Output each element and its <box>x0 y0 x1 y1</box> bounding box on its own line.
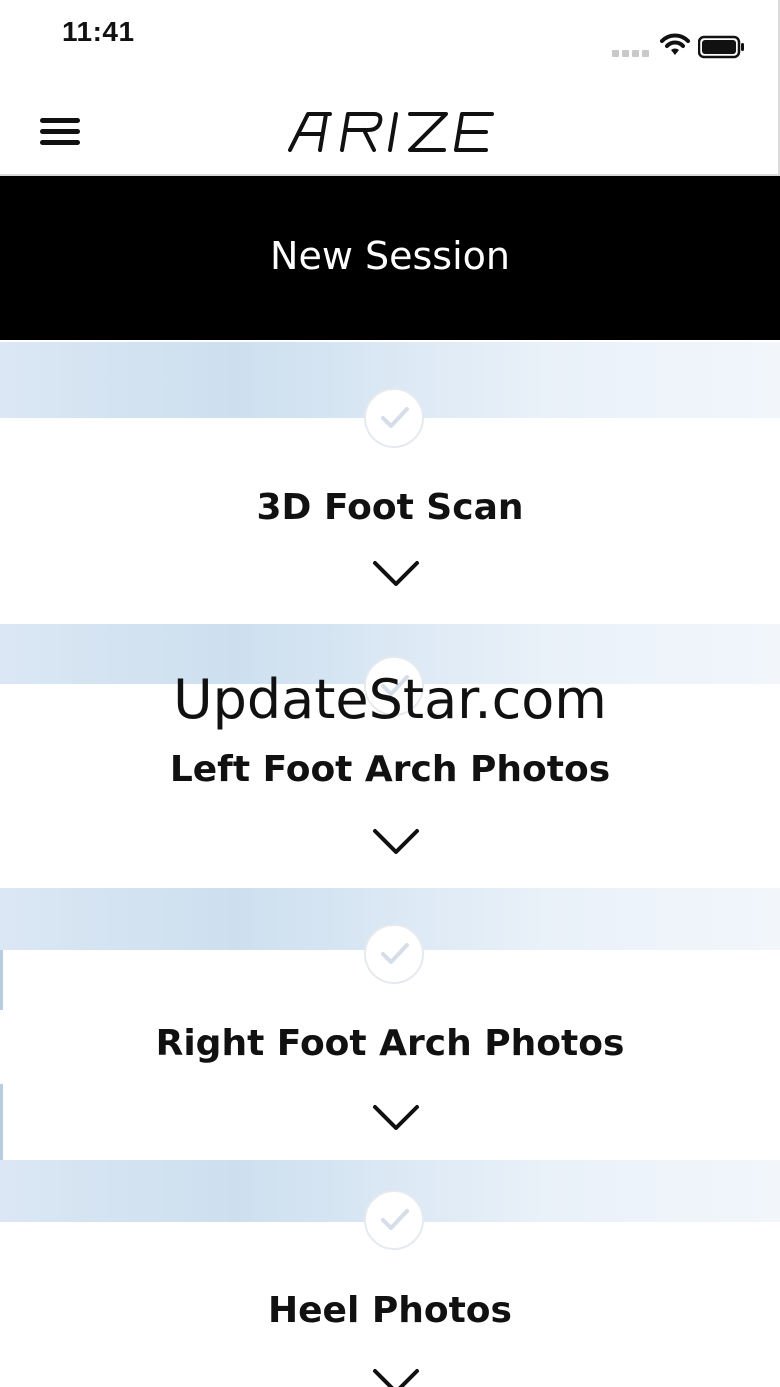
step-title: Right Foot Arch Photos <box>155 1023 625 1064</box>
check-icon[interactable] <box>364 1190 424 1250</box>
chevron-down-icon[interactable] <box>372 560 420 588</box>
menu-icon[interactable] <box>40 118 80 146</box>
battery-icon <box>698 35 744 59</box>
arize-logo <box>288 112 494 152</box>
step-title: Heel Photos <box>268 1290 512 1331</box>
divider <box>0 950 3 1010</box>
chevron-down-icon[interactable] <box>372 828 420 856</box>
step-title: 3D Foot Scan <box>256 487 524 528</box>
chevron-down-icon[interactable] <box>372 1104 420 1132</box>
cellular-signal-icon <box>612 50 652 58</box>
step-title: Left Foot Arch Photos <box>169 749 611 790</box>
wifi-icon <box>660 33 690 55</box>
page-title: New Session <box>270 234 510 278</box>
status-bar: 11:41 <box>0 0 780 90</box>
app-header <box>0 0 780 176</box>
status-time: 11:41 <box>62 16 135 47</box>
session-banner: New Session <box>0 176 780 340</box>
check-icon[interactable] <box>364 924 424 984</box>
chevron-down-icon[interactable] <box>372 1368 420 1387</box>
check-icon[interactable] <box>364 656 424 716</box>
check-icon[interactable] <box>364 388 424 448</box>
divider <box>0 1084 3 1160</box>
